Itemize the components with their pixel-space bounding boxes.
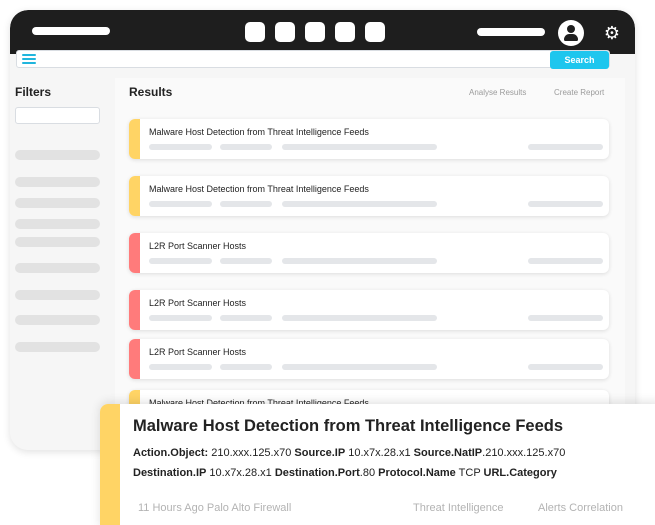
analyse-results-link[interactable]: Analyse Results	[469, 88, 526, 97]
result-card[interactable]: L2R Port Scanner Hosts	[129, 290, 609, 330]
results-heading: Results	[129, 85, 173, 99]
severity-stripe	[129, 339, 140, 379]
result-card[interactable]: Malware Host Detection from Threat Intel…	[129, 176, 609, 216]
result-card[interactable]: Malware Host Detection from Threat Intel…	[129, 119, 609, 159]
detail-title: Malware Host Detection from Threat Intel…	[133, 417, 564, 435]
result-title: Malware Host Detection from Threat Intel…	[149, 184, 369, 194]
create-report-link[interactable]: Create Report	[554, 88, 604, 97]
nav-icon-5[interactable]	[365, 22, 385, 42]
result-title: L2R Port Scanner Hosts	[149, 347, 247, 357]
filters-heading: Filters	[15, 85, 52, 99]
severity-stripe	[129, 176, 140, 216]
filter-item[interactable]	[15, 198, 100, 208]
severity-stripe	[129, 290, 140, 330]
severity-stripe	[100, 404, 120, 525]
title-bar: ⚙	[10, 10, 635, 54]
filter-item[interactable]	[15, 290, 100, 300]
user-icon[interactable]	[558, 20, 584, 46]
nav-icon-3[interactable]	[305, 22, 325, 42]
severity-stripe	[129, 119, 140, 159]
filter-input[interactable]	[15, 107, 100, 124]
detail-time-source: 11 Hours Ago Palo Alto Firewall	[138, 502, 292, 514]
filter-item[interactable]	[15, 177, 100, 187]
result-card[interactable]: L2R Port Scanner Hosts	[129, 233, 609, 273]
hamburger-icon[interactable]	[22, 54, 36, 64]
result-title: L2R Port Scanner Hosts	[149, 241, 247, 251]
severity-stripe	[129, 233, 140, 273]
detail-tag[interactable]: Alerts Correlation	[538, 502, 623, 514]
result-title: L2R Port Scanner Hosts	[149, 298, 247, 308]
filter-item[interactable]	[15, 237, 100, 247]
detail-fields-row-2: Destination.IP 10.x7x.28.x1 Destination.…	[133, 467, 557, 479]
alert-detail-card[interactable]: Malware Host Detection from Threat Intel…	[100, 404, 655, 525]
nav-icon-4[interactable]	[335, 22, 355, 42]
filter-item[interactable]	[15, 342, 100, 352]
result-title: Malware Host Detection from Threat Intel…	[149, 127, 369, 137]
app-logo-placeholder	[32, 27, 110, 35]
nav-icon-2[interactable]	[275, 22, 295, 42]
filter-item[interactable]	[15, 219, 100, 229]
nav-icon-1[interactable]	[245, 22, 265, 42]
result-card[interactable]: L2R Port Scanner Hosts	[129, 339, 609, 379]
filter-item[interactable]	[15, 263, 100, 273]
search-input[interactable]	[16, 50, 610, 68]
filter-item[interactable]	[15, 150, 100, 160]
filter-item[interactable]	[15, 315, 100, 325]
detail-tag[interactable]: Threat Intelligence	[413, 502, 504, 514]
detail-fields-row-1: Action.Object: 210.xxx.125.x70 Source.IP…	[133, 447, 566, 459]
nav-icons	[245, 22, 385, 42]
search-button[interactable]: Search	[550, 51, 609, 69]
username-placeholder	[477, 28, 545, 36]
gear-icon[interactable]: ⚙	[602, 23, 622, 43]
